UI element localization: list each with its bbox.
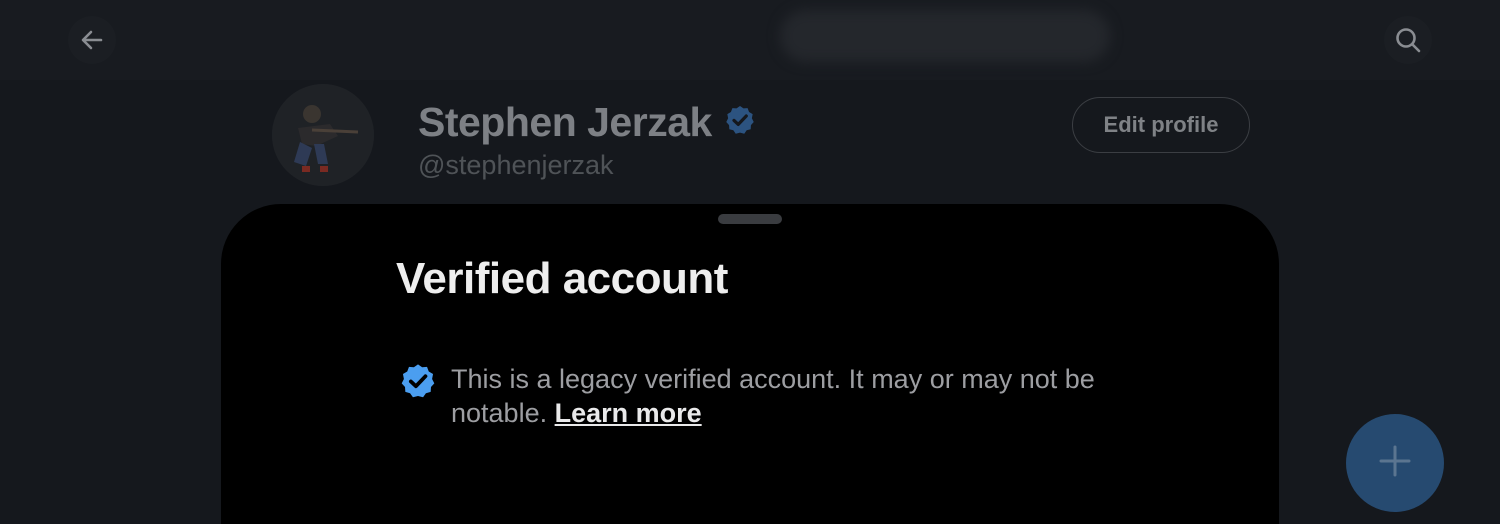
verified-info-row: This is a legacy verified account. It ma…: [399, 362, 1119, 430]
avatar[interactable]: [272, 84, 374, 186]
compose-button[interactable]: [1346, 414, 1444, 512]
profile-name: Stephen Jerzak: [418, 98, 712, 145]
verified-description: This is a legacy verified account. It ma…: [451, 362, 1119, 430]
search-icon: [1394, 26, 1422, 54]
verified-description-text: This is a legacy verified account. It ma…: [451, 364, 1095, 428]
verified-badge-icon[interactable]: [724, 104, 756, 141]
learn-more-link[interactable]: Learn more: [555, 398, 702, 428]
verified-account-sheet: Verified account This is a legacy verifi…: [221, 204, 1279, 524]
blurred-header-content: [780, 10, 1110, 62]
top-bar: [0, 0, 1500, 80]
verified-badge-icon: [399, 362, 437, 405]
sheet-title: Verified account: [396, 254, 728, 303]
back-button[interactable]: [68, 16, 116, 64]
arrow-left-icon: [79, 27, 105, 53]
plus-icon: [1378, 444, 1412, 483]
search-button[interactable]: [1384, 16, 1432, 64]
edit-profile-button[interactable]: Edit profile: [1072, 97, 1250, 153]
sheet-drag-handle[interactable]: [718, 214, 782, 224]
profile-handle: @stephenjerzak: [418, 150, 614, 180]
profile-name-row: Stephen Jerzak: [418, 98, 756, 146]
